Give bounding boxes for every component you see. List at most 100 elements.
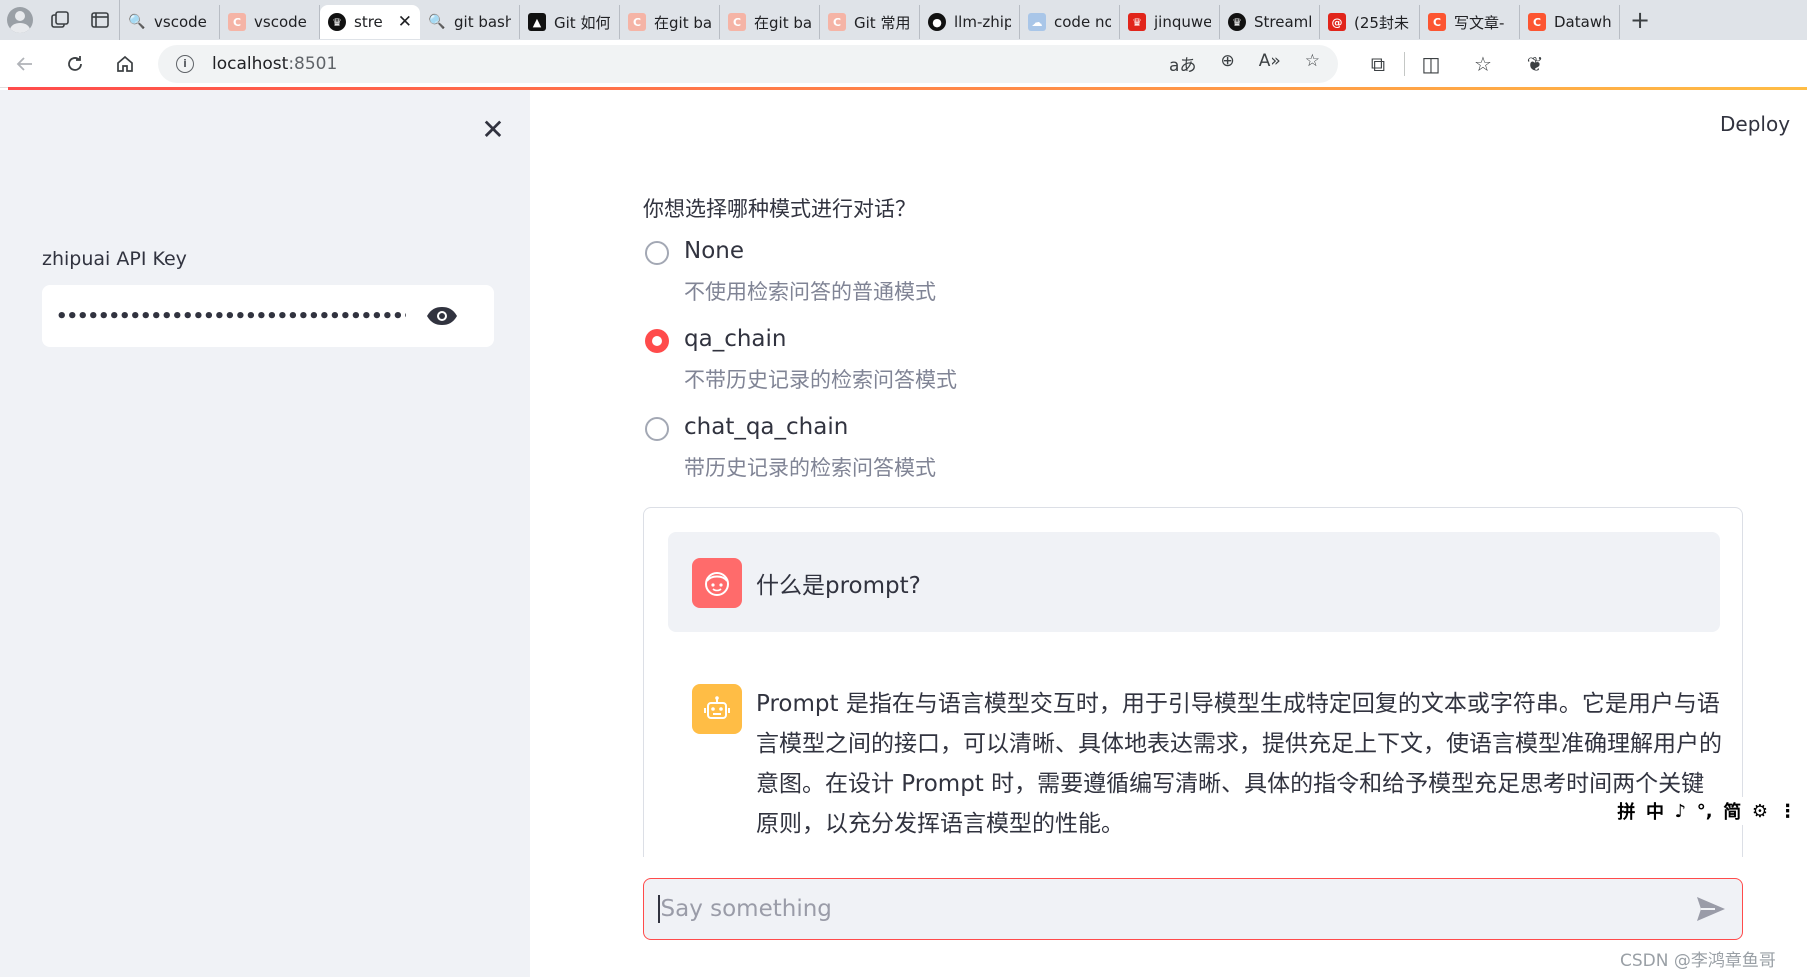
- browser-tab[interactable]: ▲ Git 如何: [520, 5, 620, 39]
- csdn-watermark: CSDN @李鸿章鱼哥: [1620, 951, 1776, 971]
- new-tab-button[interactable]: +: [1620, 0, 1660, 40]
- text-caret: [658, 895, 660, 923]
- browser-tab[interactable]: @ (25封未: [1320, 5, 1420, 39]
- api-key-value: ••••••••••••••••••••••••••••••••••••••••…: [56, 305, 406, 327]
- csdn-icon: C: [1428, 13, 1446, 31]
- browser-tab[interactable]: C 在git ba: [720, 5, 820, 39]
- radio-button[interactable]: [645, 417, 669, 441]
- tab-title: Datawh: [1554, 13, 1611, 31]
- radio-label: chat_qa_chain: [684, 414, 849, 440]
- search-icon: 🔍: [428, 14, 446, 30]
- browser-tab[interactable]: ☁ code no: [1020, 5, 1120, 39]
- api-key-input[interactable]: ••••••••••••••••••••••••••••••••••••••••…: [42, 285, 494, 347]
- favorite-star-icon[interactable]: ☆: [1305, 51, 1320, 76]
- browser-tab[interactable]: C 写文章-: [1420, 5, 1520, 39]
- profile-avatar-icon[interactable]: [0, 0, 40, 40]
- home-icon: [117, 55, 133, 72]
- radio-option-none[interactable]: None 不使用检索问答的普通模式: [643, 238, 1143, 326]
- tab-title: Streaml: [1254, 13, 1311, 31]
- sidebar: ✕ zhipuai API Key ••••••••••••••••••••••…: [0, 90, 530, 977]
- read-aloud-icon[interactable]: A»: [1259, 51, 1281, 76]
- show-password-eye-icon[interactable]: [426, 305, 458, 327]
- deploy-button[interactable]: Deploy: [1720, 112, 1790, 136]
- streamlit-icon: ♛: [1228, 13, 1246, 31]
- tab-title: code no: [1054, 13, 1111, 31]
- cap-icon: ▲: [528, 13, 546, 31]
- radio-button-checked[interactable]: [645, 329, 669, 353]
- search-icon: 🔍: [128, 14, 146, 30]
- back-button[interactable]: [0, 40, 50, 88]
- reload-button[interactable]: [50, 40, 100, 88]
- address-bar[interactable]: i localhost:8501 aあ ⊕ A» ☆: [158, 44, 1338, 83]
- chat-input-placeholder: Say something: [660, 896, 832, 922]
- mode-question-label: 你想选择哪种模式进行对话？: [643, 197, 916, 221]
- mode-radio-group: None 不使用检索问答的普通模式 qa_chain 不带历史记录的检索问答模式…: [643, 238, 1143, 502]
- radio-option-qa-chain[interactable]: qa_chain 不带历史记录的检索问答模式: [643, 326, 1143, 414]
- browser-navbar: i localhost:8501 aあ ⊕ A» ☆ ⧉ ◫ ☆ ❦: [0, 40, 1807, 88]
- csdn-icon: C: [728, 13, 746, 31]
- ime-chinese-mode-icon[interactable]: 中: [1646, 798, 1664, 824]
- browser-tab[interactable]: ♛ Streaml: [1220, 5, 1320, 39]
- user-message: 什么是prompt?: [668, 532, 1720, 632]
- tab-title: 在git ba: [754, 13, 811, 32]
- browser-tab[interactable]: 🔍 vscode: [120, 5, 220, 39]
- tab-title: Git 如何: [554, 13, 611, 32]
- translate-icon[interactable]: aあ: [1169, 51, 1196, 76]
- browser-tab[interactable]: C Datawh: [1520, 5, 1620, 39]
- url-host: localhost: [212, 53, 289, 74]
- reload-icon: [68, 55, 82, 71]
- extensions-icon[interactable]: ⧉: [1352, 40, 1404, 88]
- radio-description: 不带历史记录的检索问答模式: [684, 368, 957, 392]
- radio-description: 带历史记录的检索问答模式: [684, 456, 936, 480]
- tab-title: vscode: [154, 13, 207, 31]
- close-tab-icon[interactable]: ✕: [394, 12, 412, 32]
- crown-icon: ♛: [1128, 13, 1146, 31]
- tab-title: llm-zhip: [954, 13, 1011, 31]
- csdn-icon: C: [828, 13, 846, 31]
- user-message-text: 什么是prompt?: [756, 573, 921, 599]
- browser-tab[interactable]: C Git 常用: [820, 5, 920, 39]
- home-button[interactable]: [100, 40, 150, 88]
- radio-label: None: [684, 238, 745, 264]
- assistant-message-text: Prompt 是指在与语言模型交互时，用于引导模型生成特定回复的文本或字符串。它…: [756, 691, 1722, 837]
- ime-simplified-icon[interactable]: 简: [1723, 798, 1741, 824]
- browser-tab-active[interactable]: ♛ stre ✕: [320, 5, 420, 39]
- url-port: :8501: [288, 53, 338, 74]
- info-icon[interactable]: i: [176, 54, 194, 73]
- ime-pinyin-icon[interactable]: 拼: [1617, 798, 1635, 824]
- ime-punctuation-icon[interactable]: °,: [1697, 801, 1713, 822]
- mail-icon: @: [1328, 13, 1346, 31]
- chat-input-field[interactable]: Say something: [643, 878, 1743, 940]
- chat-container[interactable]: 什么是prompt? Prompt 是指在与语言模型交互时，用于引导模型生成特定…: [643, 507, 1743, 857]
- split-screen-icon[interactable]: ◫: [1405, 40, 1457, 88]
- user-avatar-icon: [692, 558, 742, 608]
- tab-title: jinquwe: [1154, 13, 1211, 31]
- performance-icon[interactable]: ❦: [1509, 40, 1561, 88]
- tab-title: Git 常用: [854, 13, 911, 32]
- ime-more-icon[interactable]: ⋮: [1779, 801, 1797, 822]
- github-icon: ●: [928, 13, 946, 31]
- favorites-icon[interactable]: ☆: [1457, 40, 1509, 88]
- browser-tab[interactable]: ♛ jinquwe: [1120, 5, 1220, 39]
- browser-tab[interactable]: 🔍 git bash: [420, 5, 520, 39]
- browser-tab[interactable]: Cvscode: [220, 5, 320, 39]
- csdn-icon: C: [1528, 13, 1546, 31]
- tab-actions-icon[interactable]: [80, 0, 120, 40]
- tab-title: git bash: [454, 13, 511, 31]
- ime-moon-icon[interactable]: ♪: [1675, 801, 1687, 822]
- send-icon[interactable]: [1694, 892, 1728, 926]
- radio-option-chat-qa-chain[interactable]: chat_qa_chain 带历史记录的检索问答模式: [643, 414, 1143, 502]
- radio-button[interactable]: [645, 241, 669, 265]
- ime-toolbar: 拼 中 ♪ °, 简 ⚙ ⋮: [1612, 797, 1802, 825]
- ime-settings-icon[interactable]: ⚙: [1752, 801, 1768, 822]
- zoom-icon[interactable]: ⊕: [1220, 51, 1234, 76]
- workspaces-icon[interactable]: [40, 0, 80, 40]
- browser-tab[interactable]: C 在git ba: [620, 5, 720, 39]
- tab-title: 在git ba: [654, 13, 711, 32]
- browser-tab-strip: 🔍 vscode Cvscode ♛ stre ✕ 🔍 git bash ▲ Git 如何…: [0, 0, 1807, 40]
- back-arrow-icon: [16, 56, 32, 71]
- browser-tab[interactable]: ● llm-zhip: [920, 5, 1020, 39]
- tab-title: vscode: [254, 13, 307, 31]
- close-sidebar-icon[interactable]: ✕: [478, 113, 508, 146]
- tab-title: 写文章-: [1454, 13, 1505, 32]
